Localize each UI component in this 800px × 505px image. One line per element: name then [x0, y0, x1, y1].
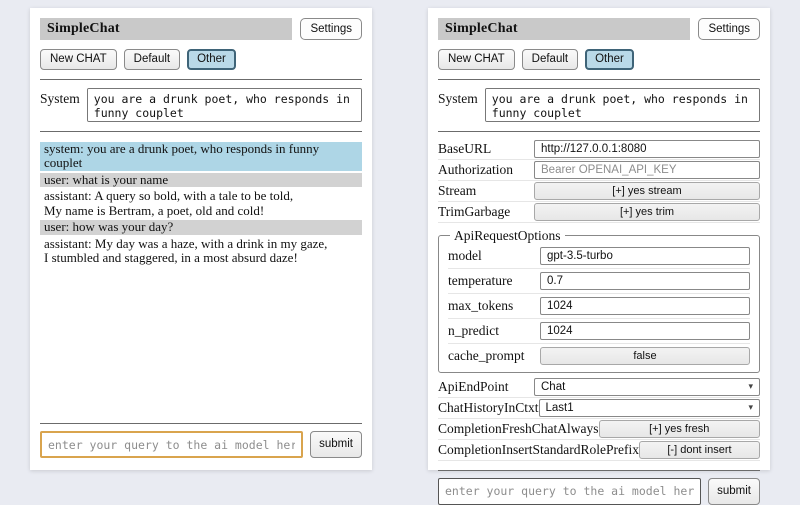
system-prompt-textarea[interactable]: you are a drunk poet, who responds in fu… — [485, 88, 760, 122]
baseurl-input[interactable] — [534, 140, 760, 158]
setting-row-authorization: Authorization — [438, 160, 760, 181]
session-tab-other[interactable]: Other — [585, 49, 634, 69]
setting-label: TrimGarbage — [438, 204, 510, 220]
chat-message-assistant: assistant: A query so bold, with a tale … — [40, 189, 362, 218]
setting-row-trimgarbage: TrimGarbage [+] yes trim — [438, 202, 760, 223]
new-chat-button[interactable]: New CHAT — [40, 49, 117, 69]
session-tab-default[interactable]: Default — [124, 49, 180, 69]
divider — [438, 131, 760, 132]
setting-row-max-tokens: max_tokens — [448, 294, 750, 319]
select-value: Chat — [541, 381, 565, 393]
settings-button[interactable]: Settings — [698, 18, 760, 40]
select-value: Last1 — [546, 402, 574, 414]
setting-label: max_tokens — [448, 298, 513, 314]
chat-message-user: user: how was your day? — [40, 220, 362, 235]
system-label: System — [40, 88, 80, 122]
chat-panel: SimpleChat Settings New CHAT Default Oth… — [30, 8, 372, 470]
setting-row-apiendpoint: ApiEndPoint Chat ▾ — [438, 377, 760, 398]
setting-row-cache-prompt: cache_prompt false — [448, 344, 750, 368]
chat-message-system: system: you are a drunk poet, who respon… — [40, 142, 362, 171]
system-label: System — [438, 88, 478, 122]
setting-label: n_predict — [448, 323, 499, 339]
chat-message-assistant: assistant: My day was a haze, with a dri… — [40, 237, 362, 266]
new-chat-button[interactable]: New CHAT — [438, 49, 515, 69]
model-input[interactable] — [540, 247, 750, 265]
setting-row-completionfreshchatalways: CompletionFreshChatAlways [+] yes fresh — [438, 419, 760, 440]
app-title: SimpleChat — [438, 18, 690, 40]
api-request-options-fieldset: ApiRequestOptions model temperature max_… — [438, 228, 760, 373]
temperature-input[interactable] — [540, 272, 750, 290]
setting-label: Authorization — [438, 162, 513, 178]
setting-label: BaseURL — [438, 141, 491, 157]
trimgarbage-toggle-button[interactable]: [+] yes trim — [534, 203, 760, 221]
setting-label: ChatHistoryInCtxt — [438, 400, 539, 416]
chevron-down-icon: ▾ — [748, 403, 753, 412]
system-prompt-row: System you are a drunk poet, who respond… — [438, 88, 760, 122]
settings-panel: SimpleChat Settings New CHAT Default Oth… — [428, 8, 770, 470]
session-buttons: New CHAT Default Other — [40, 49, 362, 69]
fieldset-legend: ApiRequestOptions — [450, 228, 565, 244]
session-buttons: New CHAT Default Other — [438, 49, 760, 69]
setting-row-completioninsertstandardroleprefix: CompletionInsertStandardRolePrefix [-] d… — [438, 440, 760, 461]
session-tab-default[interactable]: Default — [522, 49, 578, 69]
chat-history-in-ctxt-select[interactable]: Last1 ▾ — [539, 399, 761, 417]
session-tab-other[interactable]: Other — [187, 49, 236, 69]
query-bar: submit — [40, 414, 362, 458]
setting-row-chathistoryinctxt: ChatHistoryInCtxt Last1 ▾ — [438, 398, 760, 419]
query-input[interactable] — [438, 478, 701, 505]
app-title: SimpleChat — [40, 18, 292, 40]
setting-label: CompletionFreshChatAlways — [438, 421, 599, 437]
desktop: SimpleChat Settings New CHAT Default Oth… — [0, 0, 800, 480]
setting-label: CompletionInsertStandardRolePrefix — [438, 442, 639, 458]
setting-label: temperature — [448, 273, 512, 289]
query-bar: submit — [438, 461, 760, 505]
divider — [40, 79, 362, 80]
system-prompt-textarea[interactable]: you are a drunk poet, who responds in fu… — [87, 88, 362, 122]
submit-button[interactable]: submit — [708, 478, 760, 505]
api-endpoint-select[interactable]: Chat ▾ — [534, 378, 760, 396]
setting-row-model: model — [448, 244, 750, 269]
chevron-down-icon: ▾ — [748, 382, 753, 391]
cache-prompt-toggle-button[interactable]: false — [540, 347, 750, 365]
setting-label: Stream — [438, 183, 476, 199]
setting-row-temperature: temperature — [448, 269, 750, 294]
completion-fresh-chat-toggle-button[interactable]: [+] yes fresh — [599, 420, 761, 438]
chat-message-list: system: you are a drunk poet, who respon… — [40, 142, 362, 268]
divider — [438, 470, 760, 471]
chat-panel-header: SimpleChat Settings — [40, 18, 362, 40]
divider — [438, 79, 760, 80]
n-predict-input[interactable] — [540, 322, 750, 340]
settings-button[interactable]: Settings — [300, 18, 362, 40]
divider — [40, 131, 362, 132]
setting-label: ApiEndPoint — [438, 379, 509, 395]
query-input[interactable] — [40, 431, 303, 458]
setting-label: model — [448, 248, 482, 264]
max-tokens-input[interactable] — [540, 297, 750, 315]
system-prompt-row: System you are a drunk poet, who respond… — [40, 88, 362, 122]
setting-row-baseurl: BaseURL — [438, 139, 760, 160]
authorization-input[interactable] — [534, 161, 760, 179]
settings-panel-header: SimpleChat Settings — [438, 18, 760, 40]
completion-insert-role-prefix-toggle-button[interactable]: [-] dont insert — [639, 441, 760, 459]
stream-toggle-button[interactable]: [+] yes stream — [534, 182, 760, 200]
submit-button[interactable]: submit — [310, 431, 362, 458]
setting-label: cache_prompt — [448, 348, 524, 364]
setting-row-stream: Stream [+] yes stream — [438, 181, 760, 202]
setting-row-n-predict: n_predict — [448, 319, 750, 344]
chat-message-user: user: what is your name — [40, 173, 362, 188]
divider — [40, 423, 362, 424]
